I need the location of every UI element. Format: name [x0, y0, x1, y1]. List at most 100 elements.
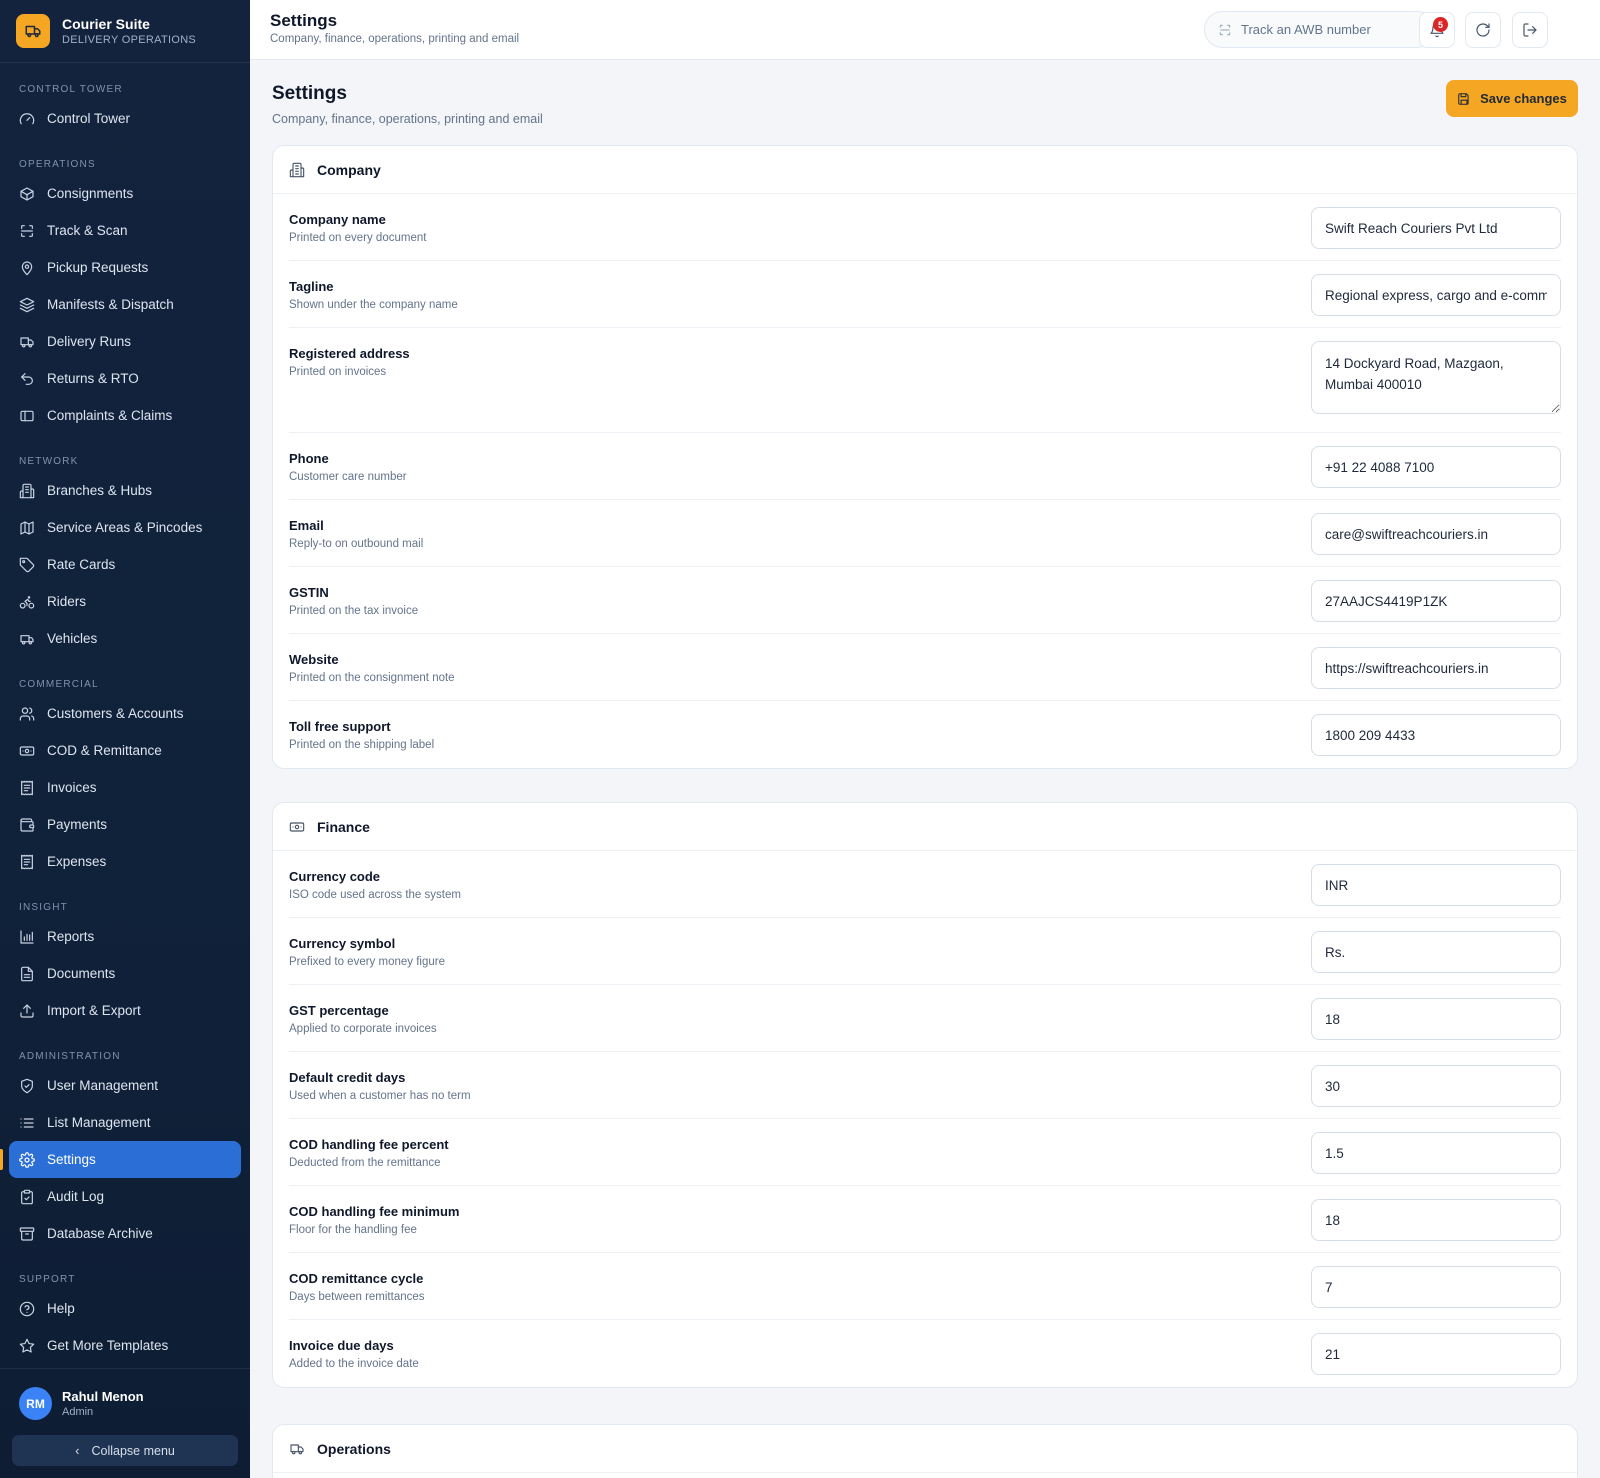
company-card: Company Company name Printed on every doc…: [272, 145, 1578, 769]
sidebar-item-label: Riders: [47, 594, 87, 609]
sidebar-item-branches-and-hubs[interactable]: Branches & Hubs: [0, 472, 250, 509]
toll-free-support-field[interactable]: [1311, 714, 1561, 756]
sidebar-item-delivery-runs[interactable]: Delivery Runs: [0, 323, 250, 360]
sidebar-item-payments[interactable]: Payments: [0, 806, 250, 843]
sidebar-item-database-archive[interactable]: Database Archive: [0, 1215, 250, 1252]
sidebar-item-label: Import & Export: [47, 1003, 141, 1018]
sidebar-nav: CONTROL TOWER Control Tower OPERATIONS Cons…: [0, 80, 250, 1376]
tagline-field[interactable]: [1311, 274, 1561, 316]
sidebar-item-consignments[interactable]: Consignments: [0, 175, 250, 212]
file-icon: [21, 966, 33, 981]
setting-help: Added to the invoice date: [289, 1358, 419, 1370]
sidebar-item-user-management[interactable]: User Management: [0, 1067, 250, 1104]
notifications-button[interactable]: 5: [1419, 12, 1455, 48]
sidebar-item-get-more-templates[interactable]: Get More Templates: [0, 1327, 250, 1364]
truck-icon: [20, 336, 34, 347]
gstin-field[interactable]: [1311, 580, 1561, 622]
archive-icon: [19, 1226, 35, 1241]
sidebar-item-customers-and-accounts[interactable]: Customers & Accounts: [0, 695, 250, 732]
sidebar-item-complaints-and-claims[interactable]: Complaints & Claims: [0, 397, 250, 434]
sidebar-item-label: Get More Templates: [47, 1338, 169, 1353]
setting-label: Currency code: [289, 869, 381, 884]
sidebar-item-track-and-scan[interactable]: Track & Scan: [0, 212, 250, 249]
sidebar-item-expenses[interactable]: Expenses: [0, 843, 250, 880]
sidebar-item-label: Audit Log: [47, 1189, 105, 1204]
sidebar-item-reports[interactable]: Reports: [0, 918, 250, 955]
sidebar-item-rate-cards[interactable]: Rate Cards: [0, 546, 250, 583]
collapse-menu-label: Collapse menu: [91, 1443, 175, 1458]
cod-remittance-cycle-field[interactable]: [1311, 1266, 1561, 1308]
brand: Courier Suite DELIVERY OPERATIONS: [0, 0, 250, 63]
sidebar-item-invoices[interactable]: Invoices: [0, 769, 250, 806]
currency-symbol-field[interactable]: [1311, 931, 1561, 973]
sidebar-item-label: Manifests & Dispatch: [47, 297, 174, 312]
finance-card-title: Finance: [317, 818, 370, 835]
sidebar-item-control-tower[interactable]: Control Tower: [0, 100, 250, 137]
sidebar-item-vehicles[interactable]: Vehicles: [0, 620, 250, 657]
map-pin-icon: [21, 260, 33, 275]
tag-icon: [19, 557, 35, 572]
topbar-title: Settings: [270, 11, 338, 30]
refresh-button[interactable]: [1465, 12, 1501, 48]
banknote-icon: [289, 821, 305, 832]
cod-handling-fee-minimum-field[interactable]: [1311, 1199, 1561, 1241]
sidebar-item-label: Customers & Accounts: [47, 706, 184, 721]
setting-help: Customer care number: [289, 471, 407, 483]
sidebar-item-label: Payments: [47, 817, 108, 832]
setting-row-website: Website Printed on the consignment note: [289, 634, 1561, 701]
sidebar-item-settings[interactable]: Settings: [0, 1141, 241, 1178]
company-name-field[interactable]: [1311, 207, 1561, 249]
registered-address-field[interactable]: 14 Dockyard Road, Mazgaon, Mumbai 400010: [1311, 341, 1561, 414]
website-field[interactable]: [1311, 647, 1561, 689]
logout-button[interactable]: [1512, 12, 1548, 48]
setting-row-cod-handling-fee-minimum: COD handling fee minimum Floor for the ha…: [289, 1186, 1561, 1253]
page-title: Settings: [272, 83, 347, 104]
sidebar-item-import-and-export[interactable]: Import & Export: [0, 992, 250, 1029]
sidebar-item-label: Service Areas & Pincodes: [47, 520, 203, 535]
sidebar-item-list-management[interactable]: List Management: [0, 1104, 250, 1141]
active-indicator: [0, 1149, 3, 1170]
setting-help: Floor for the handling fee: [289, 1224, 417, 1236]
building-icon: [19, 483, 35, 498]
scan-icon: [21, 224, 33, 237]
save-changes-label: Save changes: [1480, 91, 1567, 106]
setting-label: COD remittance cycle: [289, 1271, 424, 1286]
topbar: Settings Company, finance, operations, p…: [250, 0, 1600, 60]
email-field[interactable]: [1311, 513, 1561, 555]
save-icon: [1458, 92, 1469, 105]
setting-help: Printed on the consignment note: [289, 672, 455, 684]
sidebar-item-label: Reports: [47, 929, 95, 944]
save-changes-button[interactable]: Save changes: [1446, 80, 1578, 117]
sidebar-item-documents[interactable]: Documents: [0, 955, 250, 992]
awb-search-input[interactable]: Track an AWB number: [1204, 11, 1436, 48]
invoice-due-days-field[interactable]: [1311, 1333, 1561, 1375]
setting-help: Reply-to on outbound mail: [289, 538, 424, 550]
sidebar-item-manifests-and-dispatch[interactable]: Manifests & Dispatch: [0, 286, 250, 323]
sidebar-item-riders[interactable]: Riders: [0, 583, 250, 620]
map-icon: [20, 520, 34, 535]
avatar: RM: [19, 1387, 52, 1420]
cod-handling-fee-percent-field[interactable]: [1311, 1132, 1561, 1174]
currency-code-field[interactable]: [1311, 864, 1561, 906]
sidebar-item-audit-log[interactable]: Audit Log: [0, 1178, 250, 1215]
sidebar-item-help[interactable]: Help: [0, 1290, 250, 1327]
user-profile[interactable]: RM Rahul Menon Admin: [0, 1369, 250, 1420]
sidebar-item-service-areas-and-pincodes[interactable]: Service Areas & Pincodes: [0, 509, 250, 546]
default-credit-days-field[interactable]: [1311, 1065, 1561, 1107]
upload-icon: [20, 1003, 34, 1018]
brand-name: Courier Suite: [62, 16, 150, 32]
sidebar-item-label: Vehicles: [47, 631, 98, 646]
phone-field[interactable]: [1311, 446, 1561, 488]
operations-card: Operations: [272, 1424, 1578, 1478]
sidebar-item-label: Control Tower: [47, 111, 131, 126]
setting-row-cod-remittance-cycle: COD remittance cycle Days between remitta…: [289, 1253, 1561, 1320]
gst-percentage-field[interactable]: [1311, 998, 1561, 1040]
setting-label: GST percentage: [289, 1003, 389, 1018]
setting-row-currency-symbol: Currency symbol Prefixed to every money f…: [289, 918, 1561, 985]
sidebar-item-pickup-requests[interactable]: Pickup Requests: [0, 249, 250, 286]
sidebar-item-returns-and-rto[interactable]: Returns & RTO: [0, 360, 250, 397]
setting-help: Printed on every document: [289, 232, 427, 244]
collapse-menu-button[interactable]: ‹ Collapse menu: [12, 1435, 238, 1466]
sidebar-item-cod-and-remittance[interactable]: COD & Remittance: [0, 732, 250, 769]
setting-row-email: Email Reply-to on outbound mail: [289, 500, 1561, 567]
